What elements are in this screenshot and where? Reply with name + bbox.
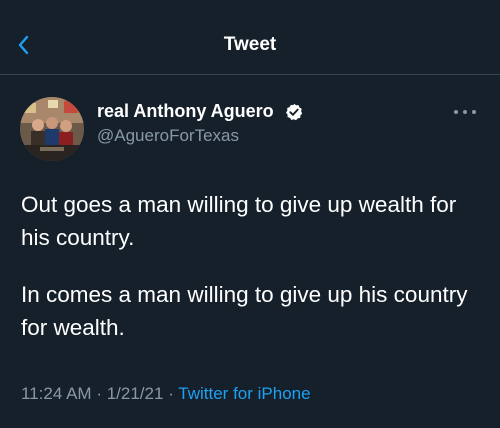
verified-badge-icon — [286, 103, 303, 121]
tweet-detail-screen: Tweet real Anthony Aguero @AgueroForTexa… — [0, 0, 500, 428]
avatar-photo — [20, 97, 84, 161]
tweet-metadata: 11:24 AM · 1/21/21 · Twitter for iPhone — [21, 384, 311, 404]
page-title: Tweet — [223, 34, 277, 55]
author-handle[interactable]: @AgueroForTexas — [97, 126, 239, 146]
more-options-icon[interactable] — [452, 105, 478, 119]
avatar[interactable] — [20, 97, 84, 161]
top-bar: Tweet — [0, 0, 500, 75]
tweet-paragraph: Out goes a man willing to give up wealth… — [21, 192, 457, 250]
tweet-time: 11:24 AM — [21, 384, 92, 403]
tweet-paragraph: In comes a man willing to give up his co… — [21, 282, 468, 340]
tweet-source-link[interactable]: Twitter for iPhone — [178, 384, 310, 403]
separator: · — [168, 384, 174, 403]
author-name[interactable]: real Anthony Aguero — [97, 101, 274, 122]
tweet-date: 1/21/21 — [106, 384, 164, 403]
separator: · — [96, 384, 102, 403]
